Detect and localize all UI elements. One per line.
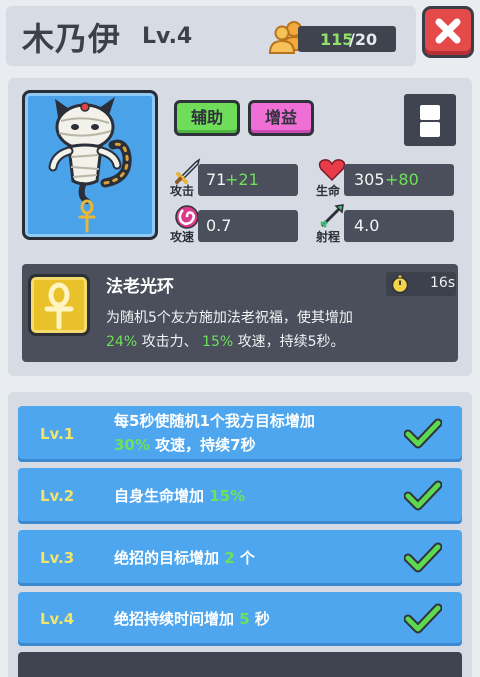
skill-desc-mid: 攻击力、 [137,334,203,350]
speed-value: 0.7 [206,216,232,235]
level-label: Lv.4 [40,610,75,628]
level-text-suffix: 秒 [249,610,270,628]
level-label: Lv.3 [40,549,75,567]
hero-header: 木乃伊 Lv.4 115 /20 [6,6,416,66]
ankh-icon [44,282,74,330]
range-label: 射程 [316,230,341,244]
speed-label: 攻速 [170,230,195,244]
cooldown-value: 16s [430,275,456,291]
menu-icon [420,105,440,120]
skill-icon[interactable] [28,274,90,336]
close-x-icon [435,18,461,44]
skill-desc-line1: 为随机5个友方施加法老祝福，使其增加 [106,310,353,326]
attack-label: 攻击 [170,184,195,198]
skill-description: 为随机5个友方施加法老祝福，使其增加 24% 攻击力、 15% 攻速，持续5秒。 [106,306,452,354]
bow-arrow-icon [320,204,344,228]
range-stat: 4.0 [344,210,454,242]
hero-name: 木乃伊 [22,20,122,58]
level-value: 2 [224,549,235,567]
level-description: 每5秒使随机1个我方目标增加 30% 攻速，持续7秒 [114,409,394,457]
attack-value: 71 [206,170,227,189]
health-label: 生命 [316,184,341,198]
level-description: 绝招的目标增加 2 个 [114,546,394,570]
tag-support[interactable]: 辅助 [174,100,240,136]
skill-name: 法老光环 [106,277,174,297]
health-bonus: +80 [385,170,419,189]
level-row-1: Lv.1 每5秒使随机1个我方目标增加 30% 攻速，持续7秒 [18,406,462,462]
skill-desc-end: 攻速，持续5秒。 [233,334,345,350]
menu-button[interactable] [404,94,456,146]
level-value: 15% [209,487,246,505]
level-row-4: Lv.4 绝招持续时间增加 5 秒 [18,592,462,646]
level-text-suffix: 攻速，持续7秒 [149,436,256,454]
copies-required: /20 [349,30,378,49]
level-text: 自身生命增加 [114,487,210,505]
attack-stat: 71 +21 [198,164,298,196]
copies-counter: 115 /20 [298,26,396,52]
tag-buff[interactable]: 增益 [248,100,314,136]
level-row-3: Lv.3 绝招的目标增加 2 个 [18,530,462,586]
level-text-suffix: 个 [234,549,255,567]
level-text: 每5秒使随机1个我方目标增加 [114,412,315,430]
level-row-next-partial [18,652,462,677]
skill-desc-value1: 24% [106,334,138,350]
level-upgrade-list[interactable]: Lv.1 每5秒使随机1个我方目标增加 30% 攻速，持续7秒 Lv.2 自身生… [8,392,472,677]
check-icon [404,480,442,511]
swirl-icon [175,205,199,229]
speed-stat: 0.7 [198,210,298,242]
level-row-2: Lv.2 自身生命增加 15% [18,468,462,524]
stopwatch-icon [391,274,409,294]
level-label: Lv.2 [40,487,75,505]
skill-desc-value2: 15% [202,334,234,350]
level-value: 5 [239,610,250,628]
level-text: 绝招持续时间增加 [114,610,240,628]
check-icon [404,603,442,634]
hero-portrait [22,90,158,240]
close-button[interactable] [422,6,474,58]
menu-icon-lower [420,122,440,137]
skill-panel: 法老光环 16s 为随机5个友方施加法老祝福，使其增加 24% 攻击力、 15%… [22,264,458,362]
skill-cooldown: 16s [386,272,456,296]
level-description: 自身生命增加 15% [114,484,394,508]
hero-info-panel: 辅助 增益 攻击 71 +21 生命 305 +80 攻速 0.7 射程 4.0 [8,78,472,376]
range-value: 4.0 [354,216,380,235]
health-stat: 305 +80 [344,164,454,196]
check-icon [404,542,442,573]
heart-icon [318,159,346,182]
level-text: 绝招的目标增加 [114,549,225,567]
attack-bonus: +21 [225,170,259,189]
hero-level: Lv.4 [142,24,193,49]
level-value: 30% [114,436,150,454]
check-icon [404,418,442,449]
level-label: Lv.1 [40,425,75,443]
level-description: 绝招持续时间增加 5 秒 [114,607,394,631]
health-value: 305 [354,170,385,189]
mummy-cat-illustration [48,97,132,233]
